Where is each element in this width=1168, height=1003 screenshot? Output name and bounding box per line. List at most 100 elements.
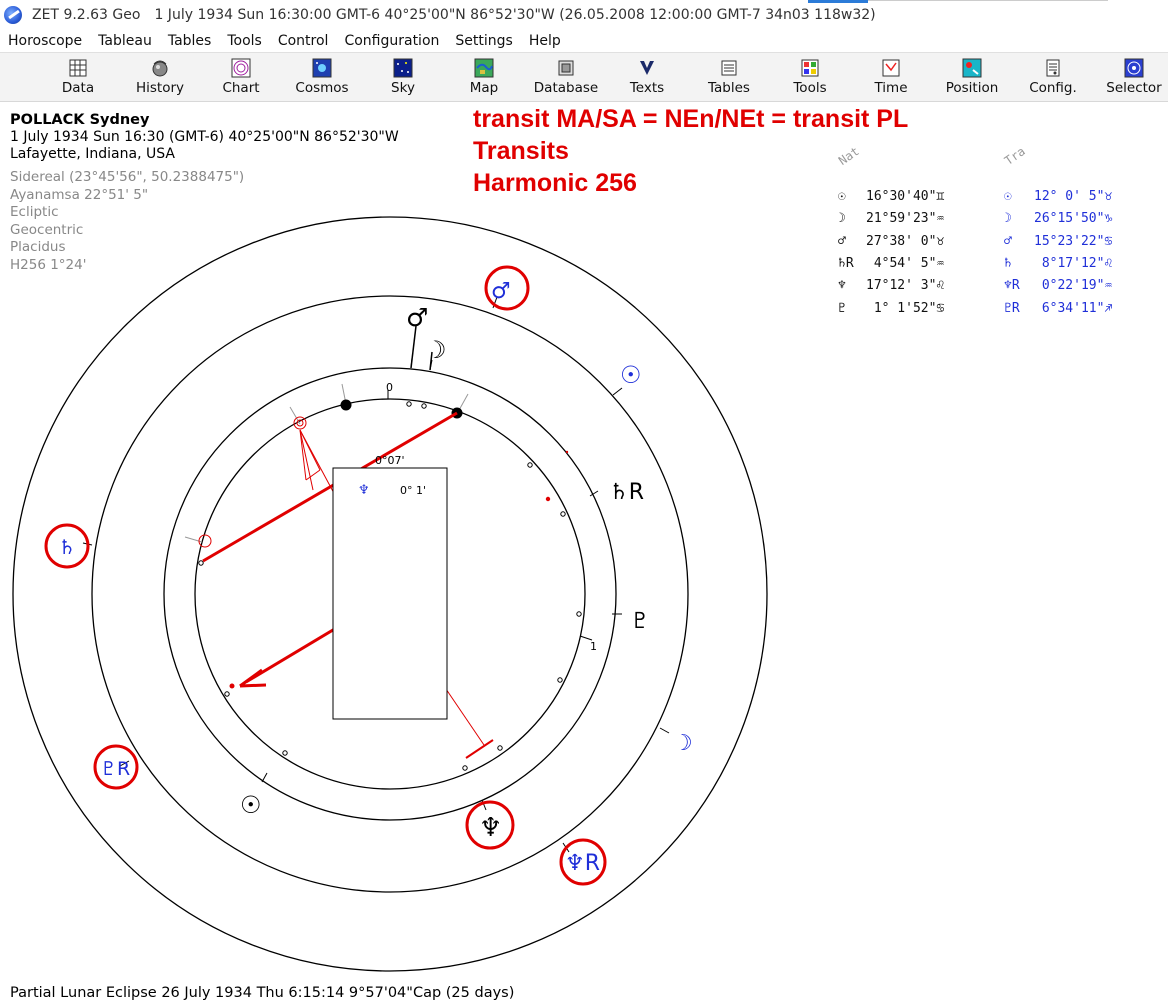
title-info: 1 July 1934 Sun 16:30:00 GMT-6 40°25'00"… [154, 7, 876, 23]
chart-place: Lafayette, Indiana, USA [10, 146, 175, 162]
chart-person-name: POLLACK Sydney [10, 112, 150, 128]
transit-position-row: ♄ 8°17'12"♌ [1004, 256, 1112, 278]
menu-tableau[interactable]: Tableau [90, 33, 160, 49]
toolbar-tables-button[interactable]: Tables [689, 55, 769, 101]
menu-horoscope[interactable]: Horoscope [0, 33, 90, 49]
natal-position-row: ♇ 1° 1'52"♋ [838, 301, 944, 323]
toolbar-config-label: Config. [1029, 80, 1077, 96]
config-icon [1046, 59, 1060, 77]
planet-glyph-icon: ♂ [838, 233, 846, 249]
sign-glyph-icon: ♑ [1104, 211, 1113, 227]
app-title: ZET 9.2.63 Geo [32, 7, 141, 23]
toolbar-data-button[interactable]: Data [38, 55, 118, 101]
natal-position-row: ♂ 27°38' 0"♉ [838, 234, 944, 256]
marker-filled-a [340, 399, 352, 411]
sign-glyph-icon: ♐ [1104, 300, 1113, 316]
planet-glyph-icon: ☽ [838, 211, 846, 227]
transit-neptune-glyph: ♆R [565, 851, 600, 876]
toolbar-map-label: Map [469, 80, 499, 96]
toolbar-position-button[interactable]: Position [932, 55, 1012, 101]
toolbar-history-button[interactable]: History [120, 55, 200, 101]
toolbar-sky-button[interactable]: Sky [363, 55, 443, 101]
natal-position-row: ♄R 4°54' 5"♒ [838, 256, 944, 278]
planet-glyph-icon: ♂ [1004, 233, 1012, 249]
position-icon [962, 58, 982, 78]
menu-tools[interactable]: Tools [219, 33, 270, 49]
sign-glyph-icon: ♋ [1104, 233, 1113, 249]
history-icon [152, 60, 168, 77]
natal-position-row: ♆ 17°12' 3"♌ [838, 278, 944, 300]
natal-moon-glyph: ☽ [425, 336, 447, 364]
toolbar-config-button[interactable]: Config. [1013, 55, 1093, 101]
chart-icon [231, 58, 251, 78]
transit-position-row: ♇R 6°34'11"♐ [1004, 301, 1112, 323]
toolbar: Data History Chart Cosmos Sky Map Databa… [0, 52, 1168, 102]
chart-datetime: 1 July 1934 Sun 16:30 (GMT-6) 40°25'00"N… [10, 129, 399, 145]
transit-moon-glyph: ☽ [673, 731, 693, 756]
time-icon [882, 59, 900, 77]
position-value: 0°22'19" [1034, 278, 1105, 294]
annotation-formula: transit MA/SA = NEn/NEt = transit PL [473, 105, 909, 133]
toolbar-tools-label: Tools [793, 80, 827, 96]
ring-label-0: 0 [386, 381, 393, 394]
center-box-value: 0° 1' [400, 484, 426, 497]
natal-position-row: ☉ 16°30'40"♊ [838, 189, 944, 211]
menu-control[interactable]: Control [270, 33, 337, 49]
toolbar-tables-label: Tables [708, 80, 750, 96]
planet-glyph-icon: ☉ [1004, 189, 1012, 204]
planet-glyph-icon: ☽ [1004, 211, 1012, 227]
planet-glyph-icon: ♆R [1004, 278, 1020, 294]
center-info-box [332, 467, 448, 720]
toolbar-database-button[interactable]: Database [526, 55, 606, 101]
texts-icon [640, 61, 654, 75]
planet-glyph-icon: ♇R [1004, 300, 1020, 316]
transit-mars-glyph: ♂ [491, 279, 511, 304]
menu-bar: Horoscope Tableau Tables Tools Control C… [0, 30, 1168, 52]
menu-configuration[interactable]: Configuration [336, 33, 447, 49]
selector-icon [1124, 58, 1144, 78]
sign-glyph-icon: ♒ [1104, 278, 1113, 294]
natal-saturn-glyph: ♄R [609, 480, 644, 505]
natal-position-row: ☽ 21°59'23"♒ [838, 211, 944, 233]
natal-mars-pointer [410, 325, 417, 369]
harmonic-chart-wheel[interactable]: 0°07' ♆ 0° 1' 0 1 ♂ ☽ ♄R ♇ ♆ ☉ ♂ ☉ ☽ ♄ ♇… [0, 190, 800, 980]
menu-help[interactable]: Help [521, 33, 569, 49]
transit-column-header: Tra [1001, 144, 1028, 168]
menu-settings[interactable]: Settings [447, 33, 520, 49]
transit-position-row: ♂ 15°23'22"♋ [1004, 234, 1112, 256]
sign-glyph-icon: ♋ [936, 300, 945, 316]
highlight-circles [44, 265, 607, 886]
natal-pluto-glyph: ♇ [630, 609, 650, 634]
map-icon [474, 58, 494, 78]
planet-glyph-icon: ☉ [838, 189, 846, 204]
data-icon [69, 59, 87, 77]
toolbar-texts-button[interactable]: Texts [607, 55, 687, 101]
sign-glyph-icon: ♌ [936, 278, 945, 294]
position-value: 12° 0' 5" [1034, 189, 1105, 204]
title-bar: ZET 9.2.63 Geo 1 July 1934 Sun 16:30:00 … [0, 0, 1168, 30]
toolbar-position-label: Position [945, 80, 999, 96]
position-value: 1° 1'52" [866, 300, 937, 316]
toolbar-selector-button[interactable]: Selector [1094, 55, 1168, 101]
planet-glyph-icon: ♄ [1004, 255, 1012, 271]
toolbar-history-label: History [135, 80, 185, 96]
positions-table: Nat Tra ☉ 16°30'40"♊ ☽ 21°59'23"♒ ♂ 27°38' 0"… [830, 144, 1160, 323]
tools-icon [801, 59, 819, 77]
toolbar-time-button[interactable]: Time [851, 55, 931, 101]
toolbar-map-button[interactable]: Map [444, 55, 524, 101]
sign-glyph-icon: ♉ [1104, 189, 1113, 204]
center-box-neptune-icon: ♆ [358, 483, 370, 498]
toolbar-data-label: Data [61, 80, 95, 96]
chart-canvas: 0°07' ♆ 0° 1' 0 1 ♂ ☽ ♄R ♇ ♆ ☉ ♂ ☉ ☽ ♄ ♇… [12, 216, 768, 972]
database-icon [558, 60, 574, 76]
toolbar-tools-button[interactable]: Tools [770, 55, 850, 101]
toolbar-cosmos-button[interactable]: Cosmos [282, 55, 362, 101]
toolbar-chart-button[interactable]: Chart [201, 55, 281, 101]
planet-glyph-icon: ♇ [838, 300, 846, 316]
toolbar-database-label: Database [533, 80, 599, 96]
title-divider [868, 0, 1108, 1]
sign-glyph-icon: ♒ [936, 255, 945, 271]
position-value: 6°34'11" [1034, 300, 1105, 316]
menu-tables[interactable]: Tables [160, 33, 220, 49]
transit-pluto-glyph: ♇R [100, 758, 130, 780]
